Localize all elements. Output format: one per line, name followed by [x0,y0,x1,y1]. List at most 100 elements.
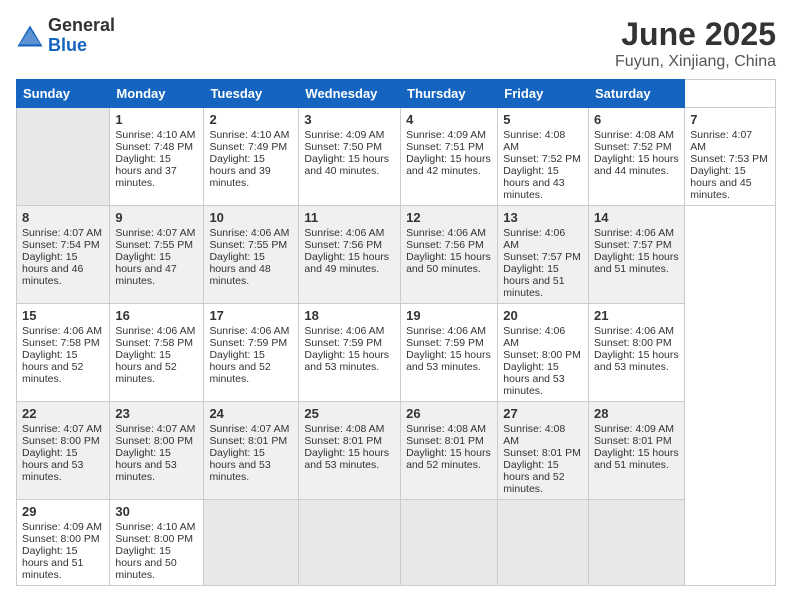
sunrise: Sunrise: 4:08 AM [594,129,674,141]
sunset: Sunset: 7:57 PM [503,251,581,263]
daylight: Daylight: 15 hours and 50 minutes. [115,545,176,581]
daylight: Daylight: 15 hours and 45 minutes. [690,165,751,201]
sunrise: Sunrise: 4:06 AM [406,325,486,337]
day-number: 23 [115,406,198,421]
day-number: 15 [22,308,104,323]
daylight: Daylight: 15 hours and 50 minutes. [406,251,491,275]
sunset: Sunset: 7:55 PM [209,239,287,251]
sunrise: Sunrise: 4:09 AM [594,423,674,435]
day-number: 16 [115,308,198,323]
sunset: Sunset: 8:00 PM [115,533,193,545]
month-title: June 2025 [615,16,776,53]
day-number: 27 [503,406,583,421]
calendar-table: SundayMondayTuesdayWednesdayThursdayFrid… [16,79,776,586]
daylight: Daylight: 15 hours and 51 minutes. [594,251,679,275]
calendar-empty-cell [498,500,589,586]
day-number: 21 [594,308,679,323]
day-number: 18 [304,308,395,323]
calendar-day-cell: 2Sunrise: 4:10 AMSunset: 7:49 PMDaylight… [204,108,299,206]
sunrise: Sunrise: 4:09 AM [22,521,102,533]
day-number: 26 [406,406,492,421]
calendar-empty-cell [589,500,685,586]
title-area: June 2025 Fuyun, Xinjiang, China [615,16,776,71]
sunset: Sunset: 7:49 PM [209,141,287,153]
daylight: Daylight: 15 hours and 51 minutes. [503,263,564,299]
daylight: Daylight: 15 hours and 51 minutes. [22,545,83,581]
daylight: Daylight: 15 hours and 44 minutes. [594,153,679,177]
logo-text: General Blue [48,16,115,56]
logo-general: General [48,16,115,36]
daylight: Daylight: 15 hours and 53 minutes. [503,361,564,397]
sunrise: Sunrise: 4:10 AM [115,521,195,533]
sunset: Sunset: 8:00 PM [594,337,672,349]
sunset: Sunset: 7:48 PM [115,141,193,153]
daylight: Daylight: 15 hours and 47 minutes. [115,251,176,287]
day-number: 28 [594,406,679,421]
calendar-empty-cell [17,108,110,206]
day-number: 29 [22,504,104,519]
sunrise: Sunrise: 4:09 AM [304,129,384,141]
day-number: 20 [503,308,583,323]
calendar-week-row: 8Sunrise: 4:07 AMSunset: 7:54 PMDaylight… [17,206,776,304]
daylight: Daylight: 15 hours and 39 minutes. [209,153,270,189]
calendar-day-cell: 30 Sunrise: 4:10 AMSunset: 8:00 PMDayligh… [110,500,204,586]
sunrise: Sunrise: 4:08 AM [304,423,384,435]
sunrise: Sunrise: 4:07 AM [22,423,102,435]
day-number: 30 [115,504,198,519]
calendar-empty-cell [401,500,498,586]
day-number: 22 [22,406,104,421]
day-number: 11 [304,210,395,225]
day-number: 2 [209,112,293,127]
day-number: 7 [690,112,770,127]
sunset: Sunset: 7:52 PM [594,141,672,153]
sunrise: Sunrise: 4:06 AM [209,325,289,337]
daylight: Daylight: 15 hours and 52 minutes. [209,349,270,385]
day-number: 1 [115,112,198,127]
sunrise: Sunrise: 4:08 AM [503,423,565,447]
day-number: 5 [503,112,583,127]
header-wednesday: Wednesday [299,80,401,108]
day-number: 14 [594,210,679,225]
sunrise: Sunrise: 4:06 AM [594,325,674,337]
daylight: Daylight: 15 hours and 53 minutes. [115,447,176,483]
sunset: Sunset: 7:50 PM [304,141,382,153]
sunrise: Sunrise: 4:06 AM [594,227,674,239]
calendar-day-cell: 23Sunrise: 4:07 AMSunset: 8:00 PMDayligh… [110,402,204,500]
day-number: 4 [406,112,492,127]
header-thursday: Thursday [401,80,498,108]
daylight: Daylight: 15 hours and 37 minutes. [115,153,176,189]
sunrise: Sunrise: 4:07 AM [690,129,752,153]
sunrise: Sunrise: 4:06 AM [22,325,102,337]
calendar-day-cell: 25Sunrise: 4:08 AMSunset: 8:01 PMDayligh… [299,402,401,500]
daylight: Daylight: 15 hours and 53 minutes. [22,447,83,483]
day-number: 9 [115,210,198,225]
sunset: Sunset: 7:59 PM [209,337,287,349]
sunrise: Sunrise: 4:08 AM [503,129,565,153]
calendar-day-cell: 28 Sunrise: 4:09 AMSunset: 8:01 PMDayligh… [589,402,685,500]
calendar-day-cell: 21 Sunrise: 4:06 AMSunset: 8:00 PMDayligh… [589,304,685,402]
header-sunday: Sunday [17,80,110,108]
day-number: 13 [503,210,583,225]
header: General Blue June 2025 Fuyun, Xinjiang, … [16,16,776,71]
sunrise: Sunrise: 4:08 AM [406,423,486,435]
calendar-week-row: 15Sunrise: 4:06 AMSunset: 7:58 PMDayligh… [17,304,776,402]
calendar-header-row: SundayMondayTuesdayWednesdayThursdayFrid… [17,80,776,108]
calendar-day-cell: 11Sunrise: 4:06 AMSunset: 7:56 PMDayligh… [299,206,401,304]
sunset: Sunset: 8:00 PM [503,349,581,361]
daylight: Daylight: 15 hours and 40 minutes. [304,153,389,177]
daylight: Daylight: 15 hours and 52 minutes. [115,349,176,385]
daylight: Daylight: 15 hours and 52 minutes. [406,447,491,471]
calendar-day-cell: 4Sunrise: 4:09 AMSunset: 7:51 PMDaylight… [401,108,498,206]
sunset: Sunset: 7:52 PM [503,153,581,165]
daylight: Daylight: 15 hours and 51 minutes. [594,447,679,471]
header-friday: Friday [498,80,589,108]
sunset: Sunset: 7:56 PM [406,239,484,251]
location-title: Fuyun, Xinjiang, China [615,53,776,71]
sunrise: Sunrise: 4:07 AM [22,227,102,239]
sunset: Sunset: 8:01 PM [594,435,672,447]
daylight: Daylight: 15 hours and 53 minutes. [209,447,270,483]
calendar-day-cell: 26Sunrise: 4:08 AMSunset: 8:01 PMDayligh… [401,402,498,500]
sunrise: Sunrise: 4:06 AM [503,227,565,251]
calendar-day-cell: 10Sunrise: 4:06 AMSunset: 7:55 PMDayligh… [204,206,299,304]
daylight: Daylight: 15 hours and 53 minutes. [594,349,679,373]
